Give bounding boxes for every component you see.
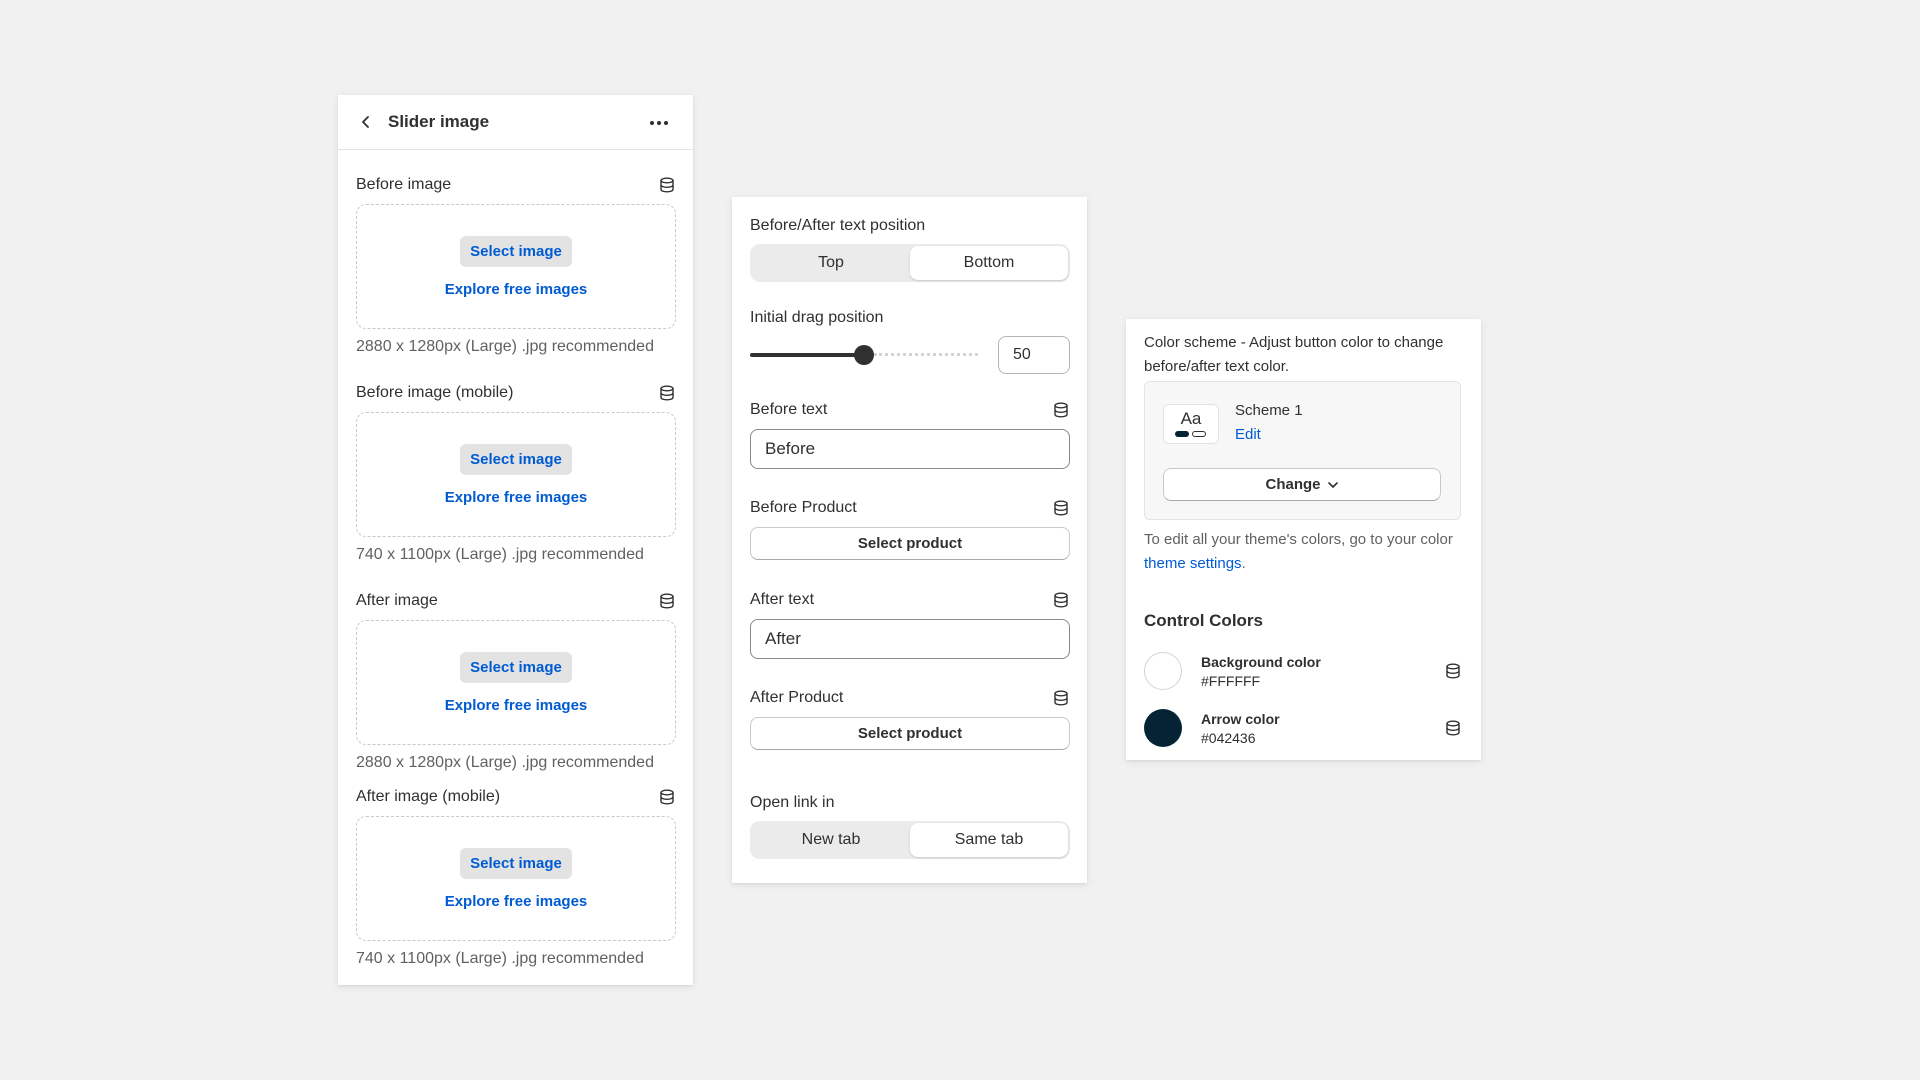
background-color-swatch[interactable]	[1144, 652, 1182, 690]
scheme-name: Scheme 1	[1235, 402, 1303, 419]
database-icon[interactable]	[658, 788, 676, 806]
select-before-product-button[interactable]: Select product	[750, 527, 1070, 560]
field-label: After Product	[750, 689, 844, 706]
select-image-button[interactable]: Select image	[460, 847, 572, 879]
drag-position-setting: Initial drag position	[750, 309, 1070, 374]
field-label: After image (mobile)	[356, 788, 501, 805]
segment-same-tab[interactable]: Same tab	[910, 823, 1068, 857]
color-settings-panel: Color scheme - Adjust button color to ch…	[1126, 319, 1481, 760]
open-link-segmented-control: New tab Same tab	[750, 821, 1070, 859]
canvas: Slider image Before image Select image E…	[0, 0, 1920, 1080]
database-icon[interactable]	[658, 384, 676, 402]
before-text-input[interactable]	[750, 429, 1070, 469]
more-horizontal-icon[interactable]	[647, 113, 671, 133]
scheme-preview-text: Aa	[1180, 409, 1202, 428]
slider-thumb[interactable]	[854, 345, 874, 365]
scheme-edit-link[interactable]: Edit	[1235, 426, 1261, 443]
outline-button-preview-icon	[1192, 431, 1206, 437]
database-icon[interactable]	[1444, 662, 1462, 680]
after-image-mobile-section: After image (mobile) Select image Explor…	[356, 787, 676, 968]
segment-top[interactable]: Top	[752, 246, 910, 280]
color-hex: #FFFFFF	[1201, 673, 1261, 689]
database-icon[interactable]	[1052, 591, 1070, 609]
size-hint: 740 x 1100px (Large) .jpg recommended	[356, 950, 644, 967]
before-text-setting: Before text	[750, 400, 1070, 469]
background-color-setting[interactable]: Background color #FFFFFF	[1144, 652, 1464, 692]
change-button-label: Change	[1265, 476, 1321, 493]
theme-note-prefix: To edit all your theme's colors, go to y…	[1144, 531, 1453, 548]
slider-fill	[750, 353, 864, 357]
segment-bottom[interactable]: Bottom	[910, 246, 1068, 280]
explore-free-images-link[interactable]: Explore free images	[445, 893, 588, 910]
size-hint: 740 x 1100px (Large) .jpg recommended	[356, 546, 644, 563]
after-text-input[interactable]	[750, 619, 1070, 659]
after-image-section: After image Select image Explore free im…	[356, 591, 676, 772]
before-image-mobile-section: Before image (mobile) Select image Explo…	[356, 383, 676, 564]
field-label: Open link in	[750, 794, 835, 811]
database-icon[interactable]	[1444, 719, 1462, 737]
select-image-button[interactable]: Select image	[460, 651, 572, 683]
field-label: Before image (mobile)	[356, 384, 514, 401]
color-hex: #042436	[1201, 730, 1256, 746]
segment-new-tab[interactable]: New tab	[752, 823, 910, 857]
drag-position-slider[interactable]	[750, 343, 978, 367]
slider-rest-track	[874, 353, 978, 357]
database-icon[interactable]	[658, 176, 676, 194]
database-icon[interactable]	[1052, 401, 1070, 419]
image-dropzone[interactable]: Select image Explore free images	[356, 816, 676, 941]
select-image-button[interactable]: Select image	[460, 235, 572, 267]
button-preview-icon	[1175, 431, 1189, 437]
explore-free-images-link[interactable]: Explore free images	[445, 281, 588, 298]
color-name: Arrow color	[1201, 711, 1280, 727]
explore-free-images-link[interactable]: Explore free images	[445, 697, 588, 714]
after-text-setting: After text	[750, 590, 1070, 659]
database-icon[interactable]	[658, 592, 676, 610]
image-dropzone[interactable]: Select image Explore free images	[356, 204, 676, 329]
text-position-segmented-control: Top Bottom	[750, 244, 1070, 282]
explore-free-images-link[interactable]: Explore free images	[445, 489, 588, 506]
theme-note-suffix: .	[1241, 555, 1246, 572]
select-image-button[interactable]: Select image	[460, 443, 572, 475]
theme-settings-note: To edit all your theme's colors, go to y…	[1144, 528, 1464, 576]
before-image-section: Before image Select image Explore free i…	[356, 175, 676, 356]
chevron-down-icon	[1327, 476, 1339, 493]
image-dropzone[interactable]: Select image Explore free images	[356, 620, 676, 745]
color-scheme-card: Aa Scheme 1 Edit Change	[1144, 381, 1461, 520]
panel-header: Slider image	[338, 95, 693, 150]
database-icon[interactable]	[1052, 689, 1070, 707]
open-link-setting: Open link in New tab Same tab	[750, 794, 1070, 859]
before-product-setting: Before Product Select product	[750, 498, 1070, 560]
arrow-color-swatch[interactable]	[1144, 709, 1182, 747]
image-dropzone[interactable]: Select image Explore free images	[356, 412, 676, 537]
control-colors-heading: Control Colors	[1144, 611, 1263, 630]
page-title: Slider image	[388, 112, 490, 131]
field-label: Before Product	[750, 499, 857, 516]
chevron-left-icon[interactable]	[356, 112, 376, 132]
field-label: After image	[356, 592, 438, 609]
arrow-color-setting[interactable]: Arrow color #042436	[1144, 709, 1464, 749]
drag-position-input[interactable]	[998, 336, 1070, 374]
scheme-preview-thumbnail: Aa	[1163, 404, 1219, 444]
text-position-setting: Before/After text position Top Bottom	[750, 217, 1070, 282]
database-icon[interactable]	[1052, 499, 1070, 517]
field-label: Before text	[750, 401, 828, 418]
select-after-product-button[interactable]: Select product	[750, 717, 1070, 750]
slider-image-panel: Slider image Before image Select image E…	[338, 95, 693, 985]
size-hint: 2880 x 1280px (Large) .jpg recommended	[356, 754, 654, 771]
field-label: Before/After text position	[750, 217, 926, 234]
slider-settings-panel: Before/After text position Top Bottom In…	[732, 197, 1087, 883]
field-label: Before image	[356, 176, 452, 193]
change-scheme-button[interactable]: Change	[1163, 468, 1441, 501]
size-hint: 2880 x 1280px (Large) .jpg recommended	[356, 338, 654, 355]
field-label: After text	[750, 591, 815, 608]
theme-settings-link[interactable]: theme settings	[1144, 555, 1242, 572]
field-label: Initial drag position	[750, 309, 884, 326]
after-product-setting: After Product Select product	[750, 688, 1070, 750]
color-scheme-description: Color scheme - Adjust button color to ch…	[1144, 334, 1444, 375]
color-name: Background color	[1201, 654, 1321, 670]
